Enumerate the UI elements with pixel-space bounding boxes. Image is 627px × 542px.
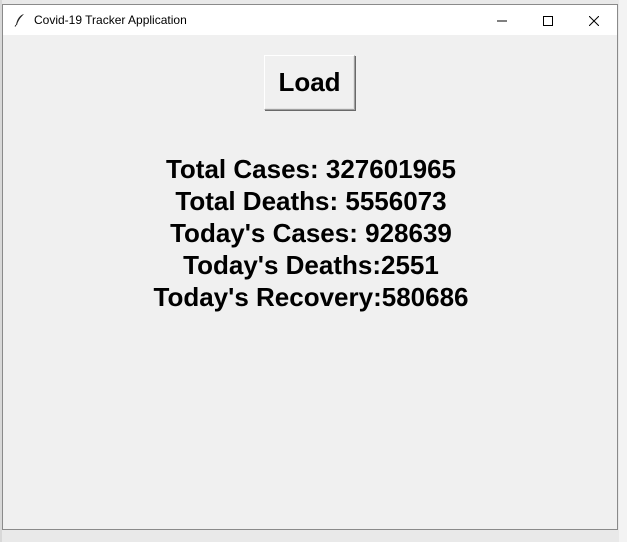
title-bar[interactable]: Covid-19 Tracker Application <box>3 5 617 35</box>
close-icon <box>588 11 600 30</box>
window-controls <box>479 5 617 35</box>
app-window: Covid-19 Tracker Application Load Total … <box>2 4 618 530</box>
total-deaths-label: Total Deaths: 5556073 <box>175 186 447 216</box>
close-button[interactable] <box>571 5 617 35</box>
stats-panel: Total Cases: 327601965 Total Deaths: 555… <box>3 153 619 313</box>
window-title: Covid-19 Tracker Application <box>34 13 187 27</box>
todays-deaths-label: Today's Deaths:2551 <box>183 250 439 280</box>
todays-recovery-label: Today's Recovery:580686 <box>153 282 469 312</box>
minimize-icon <box>497 11 507 30</box>
background-window-edge-right <box>619 0 627 542</box>
maximize-button[interactable] <box>525 5 571 35</box>
maximize-icon <box>543 11 553 30</box>
total-cases-label: Total Cases: 327601965 <box>165 154 457 184</box>
client-area: Load Total Cases: 327601965 Total Deaths… <box>3 35 617 529</box>
todays-cases-label: Today's Cases: 928639 <box>170 218 452 248</box>
load-button[interactable]: Load <box>264 55 355 110</box>
minimize-button[interactable] <box>479 5 525 35</box>
feather-icon <box>12 12 28 28</box>
